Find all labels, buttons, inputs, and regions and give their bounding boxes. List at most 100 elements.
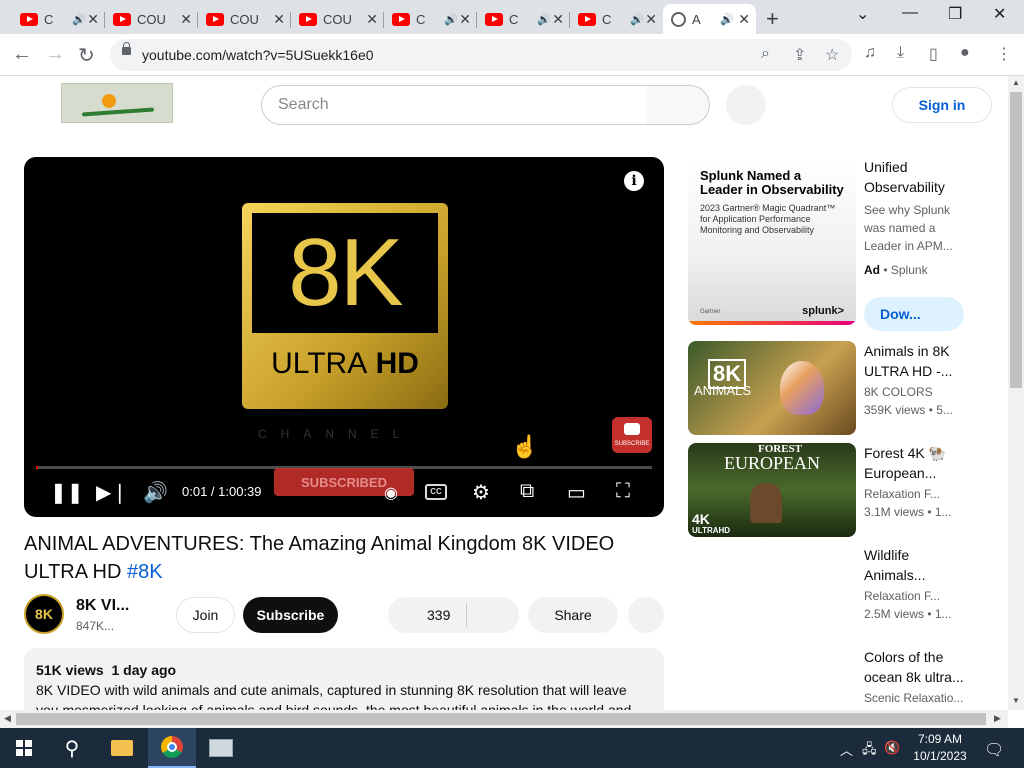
more-actions-button[interactable] [628, 597, 664, 633]
speaker-icon[interactable]: 🔊 [72, 13, 86, 26]
tray-chevron-icon[interactable]: ︿ [840, 740, 853, 759]
rec-channel[interactable]: Relaxation F... [864, 589, 940, 603]
captions-icon[interactable]: CC [425, 484, 447, 500]
menu-kebab-icon[interactable]: ⋮ [996, 44, 1012, 64]
browser-tab[interactable]: C 🔊 ✕ [570, 4, 663, 34]
channel-avatar[interactable]: 8K [24, 594, 64, 634]
rec-thumbnail[interactable]: FOREST EUROPEAN 4K ULTRAHD [688, 443, 856, 537]
close-tab-icon[interactable]: ✕ [366, 11, 378, 28]
scroll-thumb[interactable] [1010, 92, 1022, 388]
close-tab-icon[interactable]: ✕ [459, 11, 471, 28]
search-button[interactable] [646, 85, 710, 125]
close-tab-icon[interactable]: ✕ [645, 11, 657, 28]
video-player[interactable]: 8K ULTRA HD CHANNEL i SUBSCRIBE ☝ SUBSCR… [24, 157, 664, 517]
autoplay-toggle[interactable]: ◉ [384, 483, 398, 503]
rec-title[interactable]: Animals in 8K ULTRA HD -... [864, 341, 964, 381]
tab-search-icon[interactable]: ⌄ [856, 4, 869, 24]
ad-title[interactable]: Unified Observability [864, 157, 964, 197]
system-clock[interactable]: 7:09 AM 10/1/2023 [906, 731, 974, 765]
subscribe-watermark[interactable]: SUBSCRIBE [612, 417, 652, 453]
miniplayer-icon[interactable]: ⧉ [520, 480, 534, 503]
bookmark-star-icon[interactable]: ☆ [825, 45, 839, 65]
new-tab-icon[interactable]: + [766, 6, 779, 32]
share-button[interactable]: Share [528, 597, 618, 633]
scroll-right-icon[interactable]: ▶ [994, 713, 1001, 724]
tab-title: COU [137, 11, 166, 27]
profile-icon[interactable]: ● [960, 44, 970, 62]
channel-name[interactable]: 8K VI... [76, 597, 129, 615]
browser-tab[interactable]: C 🔊 ✕ [384, 4, 477, 34]
vertical-scrollbar[interactable]: ▲ ▼ [1008, 76, 1024, 710]
sign-in-button[interactable]: Sign in [892, 87, 992, 123]
site-logo[interactable] [61, 83, 173, 123]
chrome-taskbar-button[interactable] [148, 728, 196, 768]
settings-gear-icon[interactable]: ⚙ [472, 480, 490, 505]
subscribe-button[interactable]: Subscribe [243, 597, 338, 633]
share-icon[interactable]: ⇪ [793, 45, 806, 65]
back-icon[interactable]: ← [12, 43, 32, 66]
close-tab-icon[interactable]: ✕ [180, 11, 192, 28]
browser-tab[interactable]: C 🔊 ✕ [12, 4, 105, 34]
download-icon[interactable]: ⤓ [897, 44, 904, 62]
ad-cta-button[interactable]: Dow... [864, 297, 964, 331]
side-panel-icon[interactable]: ▯ [929, 44, 938, 64]
url-text[interactable]: youtube.com/watch?v=5USuekk16e0 [142, 47, 374, 63]
search-taskbar-icon[interactable]: ⚲ [48, 728, 96, 768]
browser-tab[interactable]: COU ✕ [105, 4, 198, 34]
close-tab-icon[interactable]: ✕ [738, 11, 750, 28]
tab-title: C [602, 11, 612, 27]
speaker-icon[interactable]: 🔊 [444, 13, 458, 26]
scroll-left-icon[interactable]: ◀ [4, 713, 11, 724]
horizontal-scrollbar[interactable]: ◀ ▶ [0, 710, 1008, 728]
close-tab-icon[interactable]: ✕ [273, 11, 285, 28]
close-window-icon[interactable]: ✕ [993, 4, 1006, 24]
close-tab-icon[interactable]: ✕ [87, 11, 99, 28]
lock-icon[interactable] [122, 42, 131, 55]
rec-title[interactable]: Forest 4K 🐏 European... [864, 443, 964, 483]
volume-icon[interactable]: 🔊 [143, 480, 168, 505]
restore-icon[interactable]: ❐ [948, 4, 962, 24]
scroll-down-icon[interactable]: ▼ [1012, 696, 1020, 705]
address-bar[interactable]: youtube.com/watch?v=5USuekk16e0 ⌕ ⇪ ☆ [110, 39, 852, 71]
app-taskbar-button[interactable] [197, 728, 245, 768]
browser-tab[interactable]: C 🔊 ✕ [477, 4, 570, 34]
rec-channel[interactable]: Scenic Relaxatio... [864, 691, 963, 705]
voice-search-button[interactable] [726, 85, 766, 125]
close-tab-icon[interactable]: ✕ [552, 11, 564, 28]
rec-channel[interactable]: Relaxation F... [864, 487, 940, 501]
start-button[interactable] [0, 728, 48, 768]
rec-title[interactable]: Wildlife Animals... [864, 545, 964, 585]
rec-channel[interactable]: 8K COLORS [864, 385, 933, 399]
like-button[interactable]: 339 [388, 597, 519, 633]
browser-tab[interactable]: COU ✕ [198, 4, 291, 34]
next-icon[interactable]: ▶❘ [96, 480, 128, 505]
rec-views: 359K views • 5... [864, 403, 953, 417]
volume-muted-icon[interactable]: 🔇 [884, 740, 900, 756]
theater-mode-icon[interactable]: ▭ [567, 480, 586, 505]
notification-icon[interactable]: 🗨 [984, 740, 1004, 760]
pause-icon[interactable]: ❚❚ [50, 480, 84, 505]
file-explorer-button[interactable] [98, 728, 146, 768]
minimize-icon[interactable]: — [902, 4, 918, 22]
speaker-icon[interactable]: 🔊 [630, 13, 644, 26]
browser-tab[interactable]: COU ✕ [291, 4, 384, 34]
scroll-thumb[interactable] [16, 713, 986, 725]
browser-tab-active[interactable]: A 🔊 ✕ [663, 4, 756, 34]
rec-title[interactable]: Colors of the ocean 8k ultra... [864, 647, 964, 687]
ad-thumbnail[interactable]: Splunk Named a Leader in Observability 2… [688, 157, 856, 325]
zoom-search-icon[interactable]: ⌕ [761, 45, 770, 63]
rec-thumbnail[interactable]: 8K ANIMALS [688, 341, 856, 435]
search-input[interactable]: Search [261, 85, 647, 125]
scroll-up-icon[interactable]: ▲ [1012, 78, 1020, 87]
description-box[interactable]: 51K views 1 day ago 8K VIDEO with wild a… [24, 648, 664, 718]
join-button[interactable]: Join [176, 597, 235, 633]
info-icon[interactable]: i [624, 171, 644, 191]
reload-icon[interactable]: ↻ [78, 43, 95, 68]
hashtag-link[interactable]: #8K [127, 561, 163, 583]
media-control-icon[interactable]: ♫ [864, 44, 876, 62]
forward-icon[interactable]: → [45, 43, 65, 66]
speaker-icon[interactable]: 🔊 [537, 13, 551, 26]
speaker-icon[interactable]: 🔊 [720, 13, 734, 26]
network-icon[interactable]: 🖧 [862, 740, 877, 762]
fullscreen-icon[interactable]: ⛶ [616, 480, 630, 503]
